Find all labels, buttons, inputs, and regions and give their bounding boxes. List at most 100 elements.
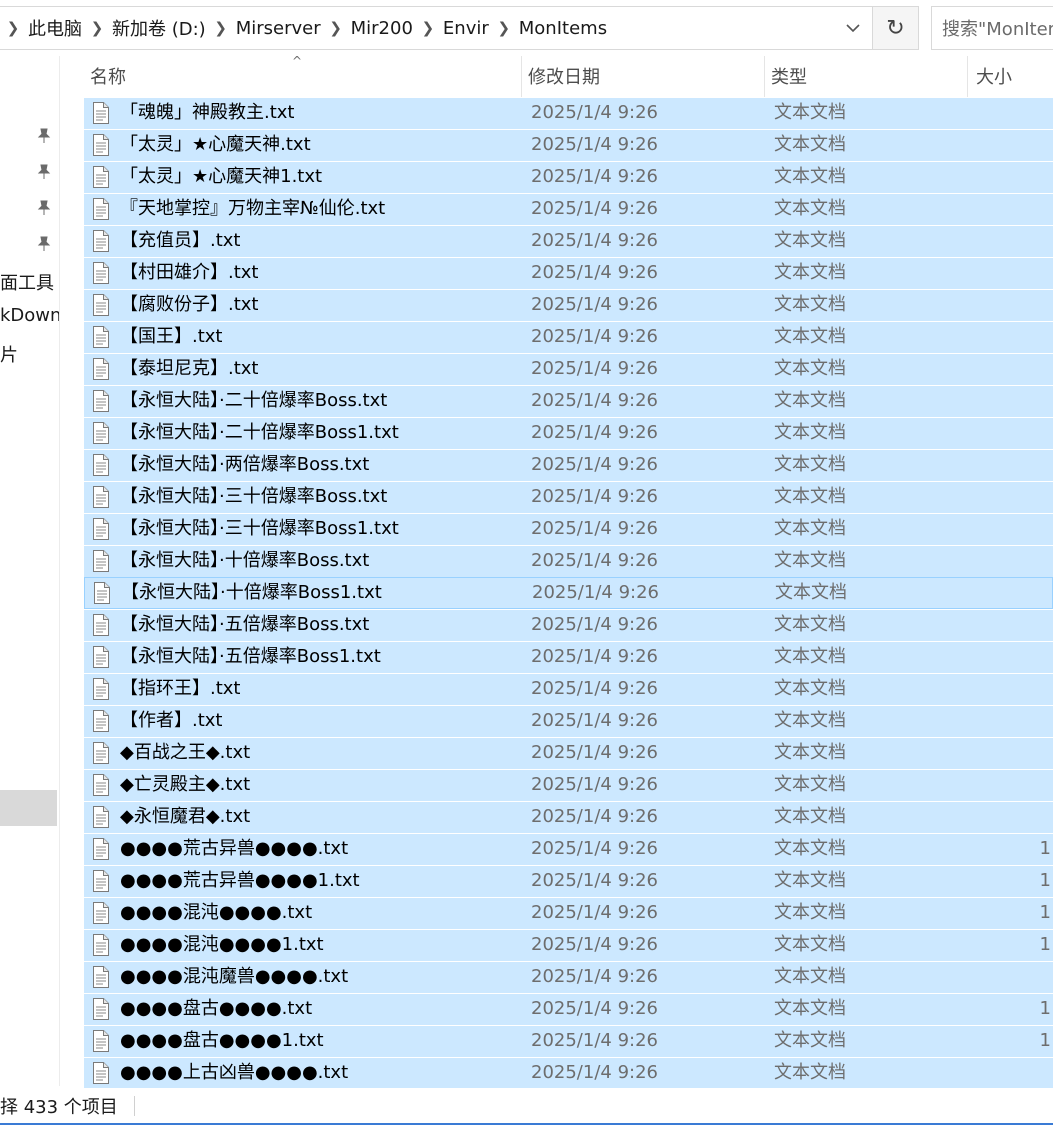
text-file-icon xyxy=(92,998,110,1020)
chevron-right-icon[interactable]: ❯ xyxy=(0,19,26,37)
file-date-modified: 2025/1/4 9:26 xyxy=(531,422,658,443)
file-row[interactable]: ◆百战之王◆.txt 2025/1/4 9:26 文本文档 xyxy=(84,737,1053,769)
file-row[interactable]: 【充值员】.txt 2025/1/4 9:26 文本文档 xyxy=(84,225,1053,257)
address-history-dropdown[interactable] xyxy=(833,6,873,50)
breadcrumb-item-monitems[interactable]: ❯ MonItems xyxy=(491,7,609,49)
file-row[interactable]: 【永恒大陆】·三十倍爆率Boss1.txt 2025/1/4 9:26 文本文档 xyxy=(84,513,1053,545)
navigation-pane: 面工具 kDown 片 xyxy=(0,56,60,1086)
file-type: 文本文档 xyxy=(774,1030,846,1051)
text-file-icon xyxy=(92,166,110,188)
file-row[interactable]: 【永恒大陆】·两倍爆率Boss.txt 2025/1/4 9:26 文本文档 xyxy=(84,449,1053,481)
breadcrumb-item-mirserver[interactable]: ❯ Mirserver xyxy=(208,7,323,49)
text-file-icon xyxy=(92,710,110,732)
chevron-right-icon[interactable]: ❯ xyxy=(415,19,441,37)
file-date-modified: 2025/1/4 9:26 xyxy=(531,230,658,251)
column-header-type[interactable]: 类型 xyxy=(765,56,968,98)
pin-icon[interactable] xyxy=(34,236,54,256)
file-row[interactable]: 『天地掌控』万物主宰№仙伦.txt 2025/1/4 9:26 文本文档 xyxy=(84,193,1053,225)
file-name: 「太灵」★心魔天神1.txt xyxy=(120,166,323,187)
file-date-modified: 2025/1/4 9:26 xyxy=(531,1062,658,1083)
text-file-icon xyxy=(92,102,110,124)
pin-icon[interactable] xyxy=(34,200,54,220)
search-input[interactable]: 搜索"MonItems" xyxy=(931,6,1053,50)
file-row[interactable]: 【国王】.txt 2025/1/4 9:26 文本文档 xyxy=(84,321,1053,353)
chevron-right-icon[interactable]: ❯ xyxy=(323,19,349,37)
file-date-modified: 2025/1/4 9:26 xyxy=(531,326,658,347)
column-header-date[interactable]: 修改日期 xyxy=(522,56,765,98)
file-name: 「魂魄」神殿教主.txt xyxy=(120,102,295,123)
pin-icon[interactable] xyxy=(34,164,54,184)
file-row[interactable]: ●●●●混沌魔兽●●●●.txt 2025/1/4 9:26 文本文档 xyxy=(84,961,1053,993)
text-file-icon xyxy=(92,230,110,252)
file-type: 文本文档 xyxy=(774,262,846,283)
column-header-size[interactable]: 大小 xyxy=(968,56,1053,98)
file-date-modified: 2025/1/4 9:26 xyxy=(531,294,658,315)
file-row[interactable]: ●●●●盘古●●●●1.txt 2025/1/4 9:26 文本文档 1 xyxy=(84,1025,1053,1057)
file-name: 【国王】.txt xyxy=(120,326,223,347)
file-row[interactable]: ●●●●上古凶兽●●●●.txt 2025/1/4 9:26 文本文档 xyxy=(84,1057,1053,1088)
nav-item-pictures[interactable]: 片 xyxy=(0,341,18,367)
file-type: 文本文档 xyxy=(774,486,846,507)
file-row[interactable]: ●●●●盘古●●●●.txt 2025/1/4 9:26 文本文档 1 xyxy=(84,993,1053,1025)
file-row[interactable]: 【永恒大陆】·二十倍爆率Boss.txt 2025/1/4 9:26 文本文档 xyxy=(84,385,1053,417)
file-name: 【腐败份子】.txt xyxy=(120,294,259,315)
file-name: ●●●●混沌●●●●1.txt xyxy=(120,934,324,955)
file-size: 1 xyxy=(1039,934,1051,955)
file-name: ●●●●混沌●●●●.txt xyxy=(120,902,313,923)
chevron-right-icon[interactable]: ❯ xyxy=(491,19,517,37)
file-row[interactable]: 【腐败份子】.txt 2025/1/4 9:26 文本文档 xyxy=(84,289,1053,321)
breadcrumb-label: Mirserver xyxy=(235,17,321,39)
breadcrumb-item-envir[interactable]: ❯ Envir xyxy=(415,7,491,49)
nav-item-desktop-tools[interactable]: 面工具 xyxy=(0,269,54,295)
file-type: 文本文档 xyxy=(774,966,846,987)
text-file-icon xyxy=(92,742,110,764)
nav-item-selected[interactable] xyxy=(0,790,57,826)
file-row[interactable]: 【永恒大陆】·二十倍爆率Boss1.txt 2025/1/4 9:26 文本文档 xyxy=(84,417,1053,449)
file-row[interactable]: ●●●●混沌●●●●1.txt 2025/1/4 9:26 文本文档 1 xyxy=(84,929,1053,961)
file-type: 文本文档 xyxy=(774,454,846,475)
breadcrumb-item-mir200[interactable]: ❯ Mir200 xyxy=(323,7,415,49)
column-header-name[interactable]: 名称 xyxy=(84,56,522,98)
file-row[interactable]: 【永恒大陆】·五倍爆率Boss1.txt 2025/1/4 9:26 文本文档 xyxy=(84,641,1053,673)
breadcrumb-item-this-pc[interactable]: 此电脑 xyxy=(26,7,84,49)
file-row[interactable]: 「魂魄」神殿教主.txt 2025/1/4 9:26 文本文档 xyxy=(84,97,1053,129)
breadcrumb-label: 此电脑 xyxy=(28,19,82,40)
file-row[interactable]: 【作者】.txt 2025/1/4 9:26 文本文档 xyxy=(84,705,1053,737)
file-row[interactable]: 【永恒大陆】·三十倍爆率Boss.txt 2025/1/4 9:26 文本文档 xyxy=(84,481,1053,513)
file-row[interactable]: 【永恒大陆】·十倍爆率Boss.txt 2025/1/4 9:26 文本文档 xyxy=(84,545,1053,577)
file-name: 『天地掌控』万物主宰№仙伦.txt xyxy=(120,198,386,219)
file-row[interactable]: 「太灵」★心魔天神1.txt 2025/1/4 9:26 文本文档 xyxy=(84,161,1053,193)
file-type: 文本文档 xyxy=(774,710,846,731)
text-file-icon xyxy=(92,774,110,796)
file-row[interactable]: 【永恒大陆】·五倍爆率Boss.txt 2025/1/4 9:26 文本文档 xyxy=(84,609,1053,641)
file-row[interactable]: ●●●●混沌●●●●.txt 2025/1/4 9:26 文本文档 1 xyxy=(84,897,1053,929)
text-file-icon xyxy=(92,1030,110,1052)
breadcrumb-item-drive[interactable]: ❯ 新加卷 (D:) xyxy=(84,7,208,49)
file-type: 文本文档 xyxy=(774,422,846,443)
nav-item-markdown[interactable]: kDown xyxy=(0,305,59,326)
text-file-icon xyxy=(92,422,110,444)
chevron-right-icon[interactable]: ❯ xyxy=(84,19,110,37)
text-file-icon xyxy=(92,870,110,892)
file-row[interactable]: 【泰坦尼克】.txt 2025/1/4 9:26 文本文档 xyxy=(84,353,1053,385)
chevron-right-icon[interactable]: ❯ xyxy=(208,19,234,37)
file-date-modified: 2025/1/4 9:26 xyxy=(531,806,658,827)
file-row[interactable]: ◆永恒魔君◆.txt 2025/1/4 9:26 文本文档 xyxy=(84,801,1053,833)
refresh-button[interactable]: ↻ xyxy=(873,6,919,50)
file-row[interactable]: 「太灵」★心魔天神.txt 2025/1/4 9:26 文本文档 xyxy=(84,129,1053,161)
file-type: 文本文档 xyxy=(774,998,846,1019)
breadcrumb[interactable]: ❯ 此电脑 ❯ 新加卷 (D:) ❯ Mirserver ❯ Mir200 ❯ … xyxy=(0,6,873,50)
pin-icon[interactable] xyxy=(34,128,54,148)
text-file-icon xyxy=(92,486,110,508)
file-row[interactable]: ◆亡灵殿主◆.txt 2025/1/4 9:26 文本文档 xyxy=(84,769,1053,801)
file-row[interactable]: 【指环王】.txt 2025/1/4 9:26 文本文档 xyxy=(84,673,1053,705)
file-date-modified: 2025/1/4 9:26 xyxy=(531,1030,658,1051)
text-file-icon xyxy=(92,550,110,572)
file-size: 1 xyxy=(1039,1030,1051,1051)
file-row[interactable]: ●●●●荒古异兽●●●●1.txt 2025/1/4 9:26 文本文档 1 xyxy=(84,865,1053,897)
file-date-modified: 2025/1/4 9:26 xyxy=(531,646,658,667)
file-row[interactable]: 【永恒大陆】·十倍爆率Boss1.txt 2025/1/4 9:26 文本文档 xyxy=(84,577,1053,609)
item-count: 择 433 个项目 xyxy=(0,1096,118,1118)
file-row[interactable]: 【村田雄介】.txt 2025/1/4 9:26 文本文档 xyxy=(84,257,1053,289)
file-row[interactable]: ●●●●荒古异兽●●●●.txt 2025/1/4 9:26 文本文档 1 xyxy=(84,833,1053,865)
